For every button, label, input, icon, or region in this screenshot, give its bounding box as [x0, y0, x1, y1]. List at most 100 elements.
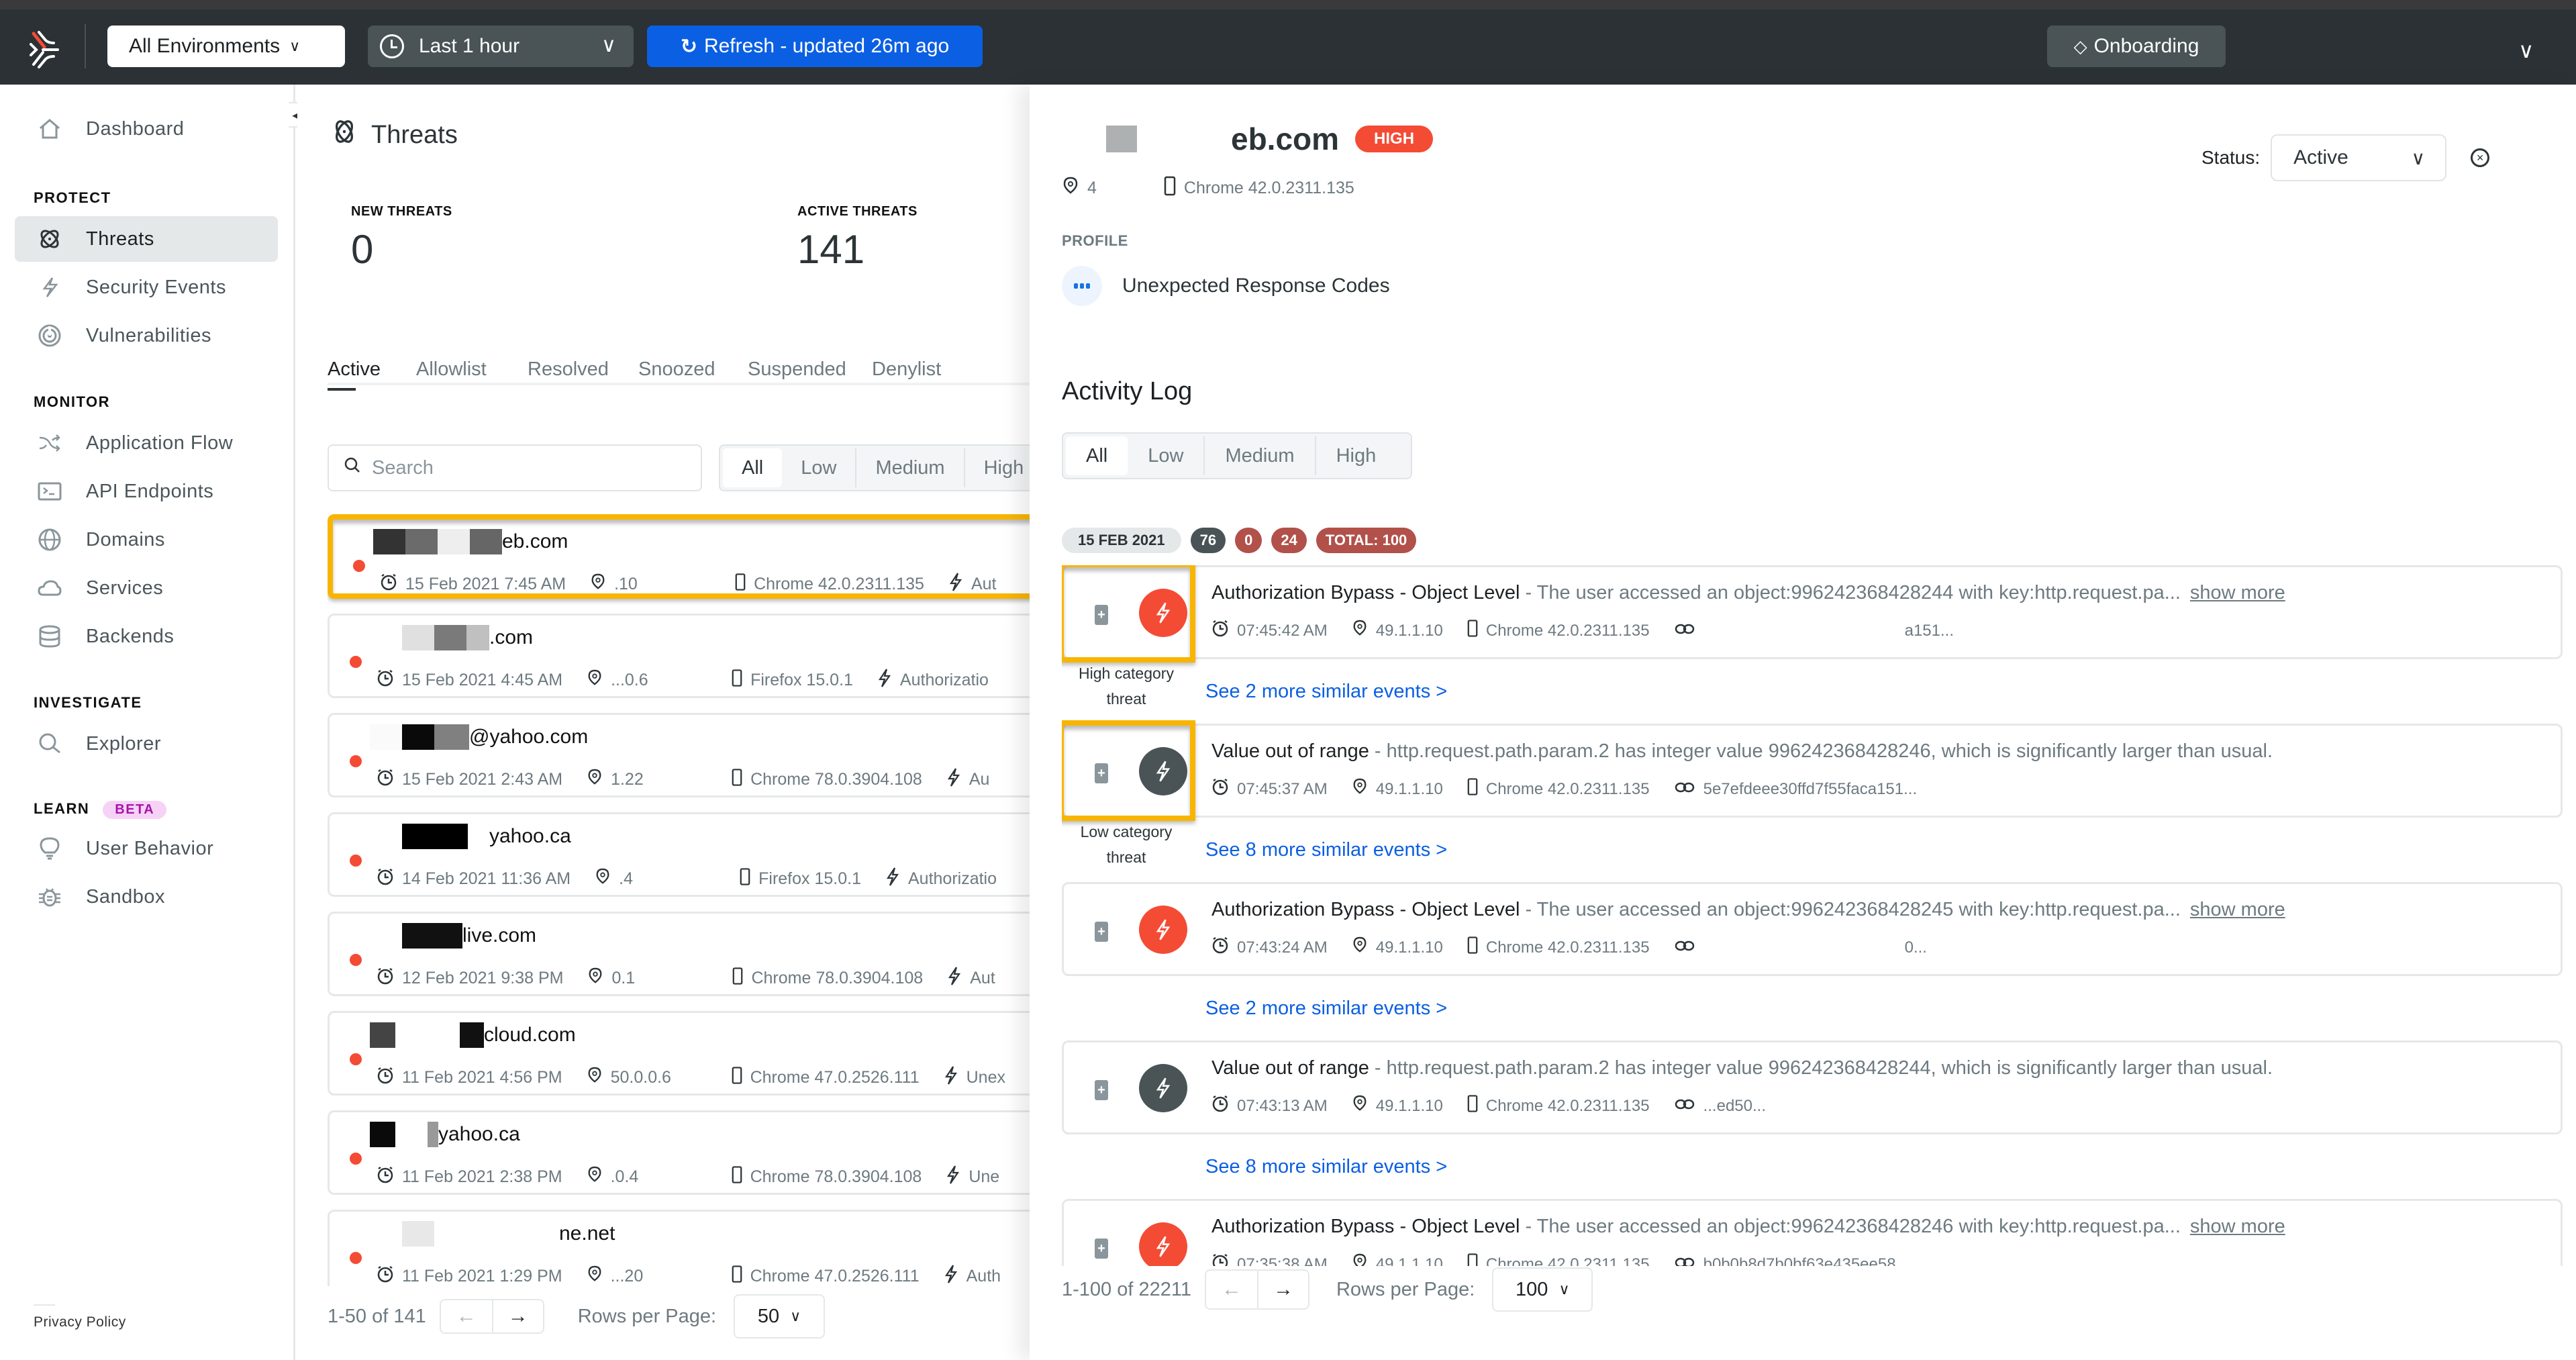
activity-event[interactable]: + Value out of range - http.request.path…	[1062, 1040, 2563, 1134]
severity-medium[interactable]: Medium	[1205, 436, 1316, 475]
prev-page-button[interactable]: ←	[441, 1300, 492, 1332]
refresh-button[interactable]: ↻ Refresh - updated 26m ago	[647, 26, 983, 67]
sidebar-item-domains[interactable]: Domains	[15, 517, 278, 563]
threat-row[interactable]: @yahoo.com 15 Feb 2021 2:43 AM 1.22 Chro…	[328, 713, 1030, 797]
severity-high[interactable]: High	[1316, 436, 1397, 475]
threat-row[interactable]: cloud.com 11 Feb 2021 4:56 PM 50.0.0.6 C…	[328, 1011, 1030, 1096]
severity-low[interactable]: Low	[782, 448, 857, 487]
expand-icon[interactable]: +	[1095, 605, 1108, 625]
onboarding-button[interactable]: ◇ Onboarding	[2047, 26, 2226, 67]
show-more-link[interactable]: show more	[2190, 1216, 2285, 1237]
activity-event[interactable]: + Value out of range - http.request.path…	[1062, 720, 2563, 821]
alarm-clock-icon	[1211, 1253, 1229, 1266]
sidebar-item-security-events[interactable]: Security Events	[15, 264, 278, 310]
sidebar-item-explorer[interactable]: Explorer	[15, 721, 278, 767]
stat-value: 141	[797, 227, 865, 272]
device-icon	[1467, 1094, 1478, 1118]
severity-filter: All Low Medium High	[719, 444, 1041, 491]
similar-events-link[interactable]: See 8 more similar events >	[1205, 839, 1447, 861]
sidebar-item-sandbox[interactable]: Sandbox	[15, 874, 278, 920]
pagination-range: 1-50 of 141	[328, 1305, 426, 1327]
tab-denylist[interactable]: Denylist	[872, 358, 941, 381]
activity-event[interactable]: + Authorization Bypass - Object Level - …	[1062, 882, 2563, 976]
severity-all[interactable]: All	[723, 448, 783, 487]
similar-events-link[interactable]: See 2 more similar events >	[1205, 681, 1447, 703]
tab-active[interactable]: Active	[328, 358, 381, 381]
threat-row[interactable]: eb.com 15 Feb 2021 7:45 AM .10 Chrome 42…	[328, 514, 1030, 599]
link-icon	[1674, 938, 1695, 957]
show-more-link[interactable]: show more	[2190, 582, 2285, 603]
tab-resolved[interactable]: Resolved	[528, 358, 609, 381]
sidebar-item-label: Services	[86, 577, 164, 599]
bolt-icon	[944, 1065, 958, 1090]
chevron-down-icon: ∨	[1558, 1281, 1570, 1298]
user-menu-chevron-icon[interactable]: ∨	[2518, 38, 2534, 63]
tab-snoozed[interactable]: Snoozed	[638, 358, 715, 381]
logo-icon[interactable]	[24, 30, 64, 70]
similar-events-link[interactable]: See 2 more similar events >	[1205, 998, 1447, 1020]
severity-all[interactable]: All	[1066, 436, 1128, 475]
next-page-button[interactable]: →	[491, 1300, 543, 1332]
time-meta: 07:45:42 AM	[1211, 620, 1328, 642]
browser-value: Chrome 42.0.2311.135	[1485, 1255, 1650, 1267]
time-value: 07:45:42 AM	[1237, 621, 1328, 640]
threat-meta: 11 Feb 2021 1:29 PM ...20 Chrome 47.0.25…	[377, 1264, 1025, 1286]
sidebar-item-application-flow[interactable]: Application Flow	[15, 420, 278, 466]
threat-row[interactable]: yahoo.ca 14 Feb 2021 11:36 AM .4 Firefox…	[328, 812, 1030, 897]
status-select[interactable]: Active ∨	[2271, 134, 2447, 181]
prev-page-button[interactable]: ←	[1206, 1271, 1257, 1308]
sidebar-item-api-endpoints[interactable]: API Endpoints	[15, 469, 278, 514]
severity-medium[interactable]: Medium	[856, 448, 965, 487]
home-icon	[36, 115, 63, 142]
browser-meta: Chrome 78.0.3904.108	[732, 966, 923, 991]
threat-row[interactable]: ne.net 11 Feb 2021 1:29 PM ...20 Chrome …	[328, 1210, 1030, 1286]
sidebar-item-vulnerabilities[interactable]: Vulnerabilities	[15, 313, 278, 358]
threat-row[interactable]: live.com 12 Feb 2021 9:38 PM 0.1 Chrome …	[328, 912, 1030, 996]
activity-events: + Authorization Bypass - Object Level - …	[1062, 565, 2565, 1266]
severity-bolt-icon	[1139, 1222, 1187, 1266]
sidebar-item-threats[interactable]: Threats	[15, 216, 278, 262]
expand-icon[interactable]: +	[1095, 922, 1108, 942]
bolt-icon	[946, 767, 961, 792]
activity-event[interactable]: + Authorization Bypass - Object Level - …	[1062, 565, 2563, 663]
rows-per-page-select[interactable]: 50 ∨	[734, 1294, 826, 1339]
threat-type: Aut	[971, 575, 997, 593]
expand-icon[interactable]: +	[1095, 1238, 1108, 1259]
rows-per-page-select[interactable]: 100 ∨	[1492, 1267, 1593, 1312]
event-meta: 07:35:38 AM 49.1.1.10 Chrome 42.0.2311.1…	[1211, 1252, 1934, 1266]
sidebar-item-dashboard[interactable]: Dashboard	[15, 106, 278, 152]
time-range-select[interactable]: Last 1 hour ∨	[368, 26, 634, 67]
sidebar-item-backends[interactable]: Backends	[15, 614, 278, 659]
threat-row[interactable]: .com 15 Feb 2021 4:45 AM ...0.6 Firefox …	[328, 614, 1030, 698]
environment-select[interactable]: All Environments ∨	[107, 26, 345, 67]
search-icon	[36, 730, 63, 757]
browser-value: Chrome 78.0.3904.108	[750, 770, 922, 789]
time-meta: 11 Feb 2021 2:38 PM	[377, 1166, 562, 1188]
sidebar-item-user-behavior[interactable]: User Behavior	[15, 826, 278, 871]
similar-events-link[interactable]: See 8 more similar events >	[1205, 1156, 1447, 1178]
chevron-down-icon: ∨	[601, 34, 616, 56]
tab-allowlist[interactable]: Allowlist	[416, 358, 487, 381]
search-input[interactable]: Search	[328, 444, 702, 491]
browser-value: Chrome 42.0.2311.135	[1485, 1096, 1650, 1115]
expand-icon[interactable]: +	[1095, 763, 1108, 783]
show-more-link[interactable]: show more	[2190, 899, 2285, 920]
redacted-block	[402, 724, 434, 750]
location-pin-icon	[1352, 1094, 1368, 1118]
activity-pagination: 1-100 of 22211 ← → Rows per Page: 100 ∨	[1062, 1267, 1593, 1312]
activity-event[interactable]: + Authorization Bypass - Object Level - …	[1062, 1199, 2563, 1266]
layers-icon: ◇	[2073, 36, 2087, 56]
severity-low[interactable]: Low	[1128, 436, 1205, 475]
date-summary: 15 FEB 2021 76 0 24 TOTAL: 100	[1062, 528, 1417, 553]
sidebar-item-services[interactable]: Services	[15, 565, 278, 611]
privacy-policy-link[interactable]: Privacy Policy	[34, 1314, 126, 1330]
tab-suspended[interactable]: Suspended	[748, 358, 846, 381]
expand-icon[interactable]: +	[1095, 1080, 1108, 1100]
next-page-button[interactable]: →	[1256, 1271, 1308, 1308]
sidebar-item-label: Threats	[86, 228, 154, 250]
threat-row[interactable]: yahoo.ca 11 Feb 2021 2:38 PM .0.4 Chrome…	[328, 1110, 1030, 1195]
close-icon[interactable]: ×	[2471, 148, 2490, 167]
count-pill: 24	[1271, 528, 1307, 553]
sidebar-item-label: Backends	[86, 625, 175, 647]
event-title-text: Authorization Bypass - Object Level	[1211, 899, 1520, 920]
